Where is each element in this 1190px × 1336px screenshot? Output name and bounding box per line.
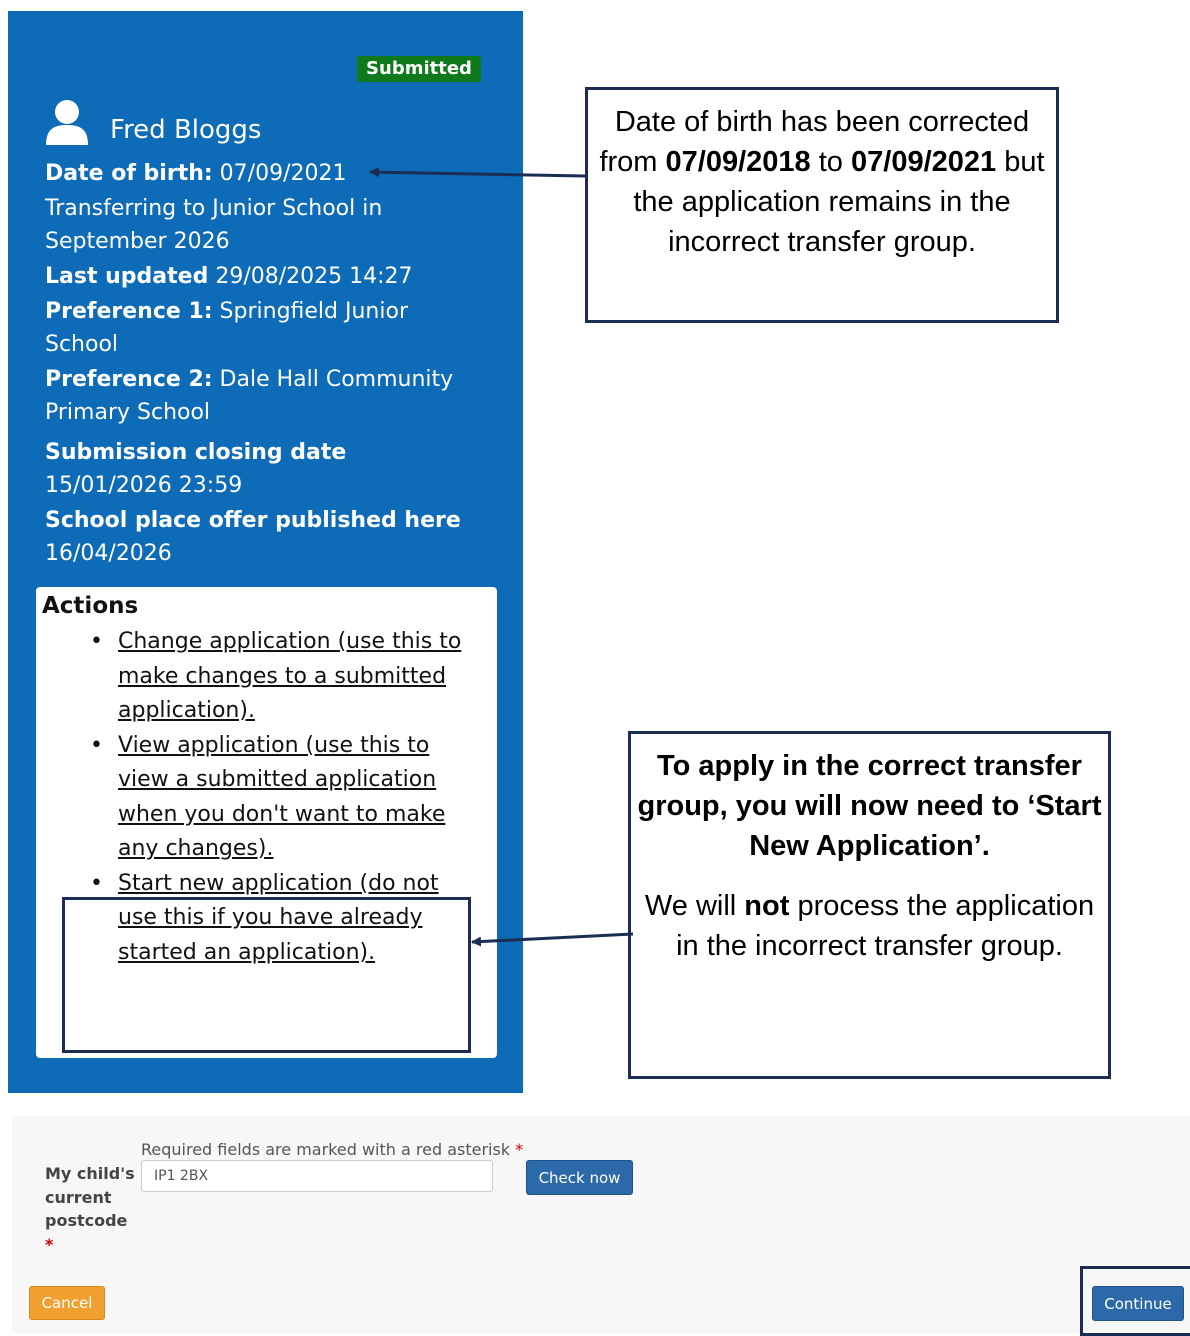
preference-1-line: Preference 1: Springfield Junior School bbox=[45, 295, 408, 361]
start-new-callout-body: We will not process the application in t… bbox=[631, 886, 1108, 966]
preference-2-value-cont: Primary School bbox=[45, 400, 211, 425]
start-new-callout-text-1: We will bbox=[644, 890, 745, 922]
transfer-text-1: Transferring to Junior School in bbox=[45, 196, 383, 221]
preference-2-value: Dale Hall Community bbox=[212, 367, 454, 392]
postcode-input[interactable] bbox=[141, 1160, 493, 1192]
preference-1-label: Preference 1: bbox=[45, 299, 213, 324]
list-item: Change application (use this to make cha… bbox=[88, 625, 468, 729]
dob-callout-new-date: 07/09/2021 bbox=[851, 146, 997, 178]
start-new-callout-not: not bbox=[744, 890, 790, 922]
continue-button[interactable]: Continue bbox=[1092, 1286, 1184, 1321]
dob-label: Date of birth: bbox=[45, 161, 213, 186]
last-updated-value: 29/08/2025 14:27 bbox=[208, 264, 413, 289]
closing-date-label: Submission closing date bbox=[45, 440, 347, 465]
dob-callout-old-date: 07/09/2018 bbox=[665, 146, 811, 178]
offer-date-line: School place offer published here 16/04/… bbox=[45, 504, 461, 570]
offer-date-value: 16/04/2026 bbox=[45, 541, 172, 566]
dob-line: Date of birth: 07/09/2021 bbox=[45, 157, 346, 190]
start-new-highlight-box bbox=[62, 897, 471, 1053]
child-name: Fred Bloggs bbox=[110, 115, 262, 145]
closing-date-value: 15/01/2026 23:59 bbox=[45, 473, 243, 498]
postcode-form: Required fields are marked with a red as… bbox=[12, 1116, 1190, 1336]
change-application-link[interactable]: Change application (use this to make cha… bbox=[118, 629, 461, 723]
required-note-text: Required fields are marked with a red as… bbox=[141, 1140, 516, 1159]
transfer-text-2: September 2026 bbox=[45, 229, 230, 254]
status-badge: Submitted bbox=[357, 56, 481, 82]
start-new-callout-heading: To apply in the correct transfer group, … bbox=[637, 750, 1102, 862]
postcode-label: My child's current postcode * bbox=[45, 1162, 140, 1256]
dob-callout: Date of birth has been corrected from 07… bbox=[585, 87, 1059, 323]
preference-1-value-cont: School bbox=[45, 332, 119, 357]
dob-value: 07/09/2021 bbox=[212, 161, 347, 186]
user-icon bbox=[46, 100, 88, 145]
last-updated-line: Last updated 29/08/2025 14:27 bbox=[45, 260, 413, 293]
offer-date-label: School place offer published here bbox=[45, 508, 461, 533]
check-now-button[interactable]: Check now bbox=[526, 1160, 633, 1195]
closing-date-line: Submission closing date 15/01/2026 23:59 bbox=[45, 436, 346, 502]
list-item: View application (use this to view a sub… bbox=[88, 729, 468, 867]
transfer-line: Transferring to Junior School in Septemb… bbox=[45, 192, 382, 258]
required-asterisk: * bbox=[515, 1140, 524, 1159]
cancel-button[interactable]: Cancel bbox=[29, 1286, 105, 1320]
preference-1-value: Springfield Junior bbox=[212, 299, 408, 324]
start-new-callout: To apply in the correct transfer group, … bbox=[628, 731, 1111, 1079]
required-note: Required fields are marked with a red as… bbox=[141, 1140, 523, 1159]
view-application-link[interactable]: View application (use this to view a sub… bbox=[118, 733, 445, 862]
preference-2-line: Preference 2: Dale Hall Community Primar… bbox=[45, 363, 453, 429]
postcode-required-asterisk: * bbox=[45, 1234, 54, 1254]
actions-title: Actions bbox=[42, 593, 139, 619]
last-updated-label: Last updated bbox=[45, 264, 209, 289]
preference-2-label: Preference 2: bbox=[45, 367, 213, 392]
dob-callout-text-2: to bbox=[810, 146, 851, 178]
postcode-label-text: My child's current postcode bbox=[45, 1164, 135, 1230]
